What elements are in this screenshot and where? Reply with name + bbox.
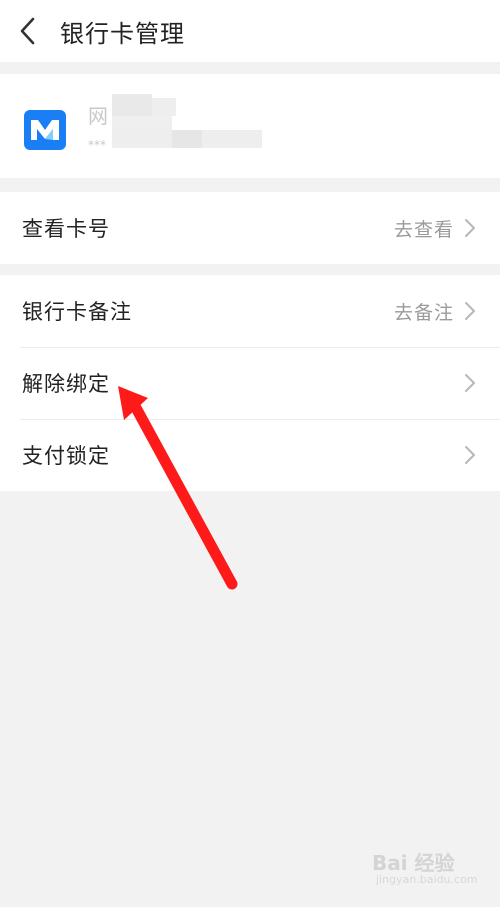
section-view-card: 查看卡号 去查看 [0,192,500,264]
chevron-right-icon [465,446,475,464]
watermark: Bai 经验 jingyan.baidu.com [362,845,482,893]
row-label: 支付锁定 [22,444,110,468]
header-bar: 银行卡管理 [0,0,500,62]
watermark-sub: jingyan.baidu.com [376,873,478,886]
bank-card-management-page: 银行卡管理 网 *** 查看卡号 去查看 银行卡备注 去备注 解除绑定 支付锁定… [0,0,500,907]
mosaic-mask [112,94,272,154]
bank-name: 网 [88,104,108,128]
row-action: 去备注 [393,301,454,324]
row-label: 银行卡备注 [22,300,132,324]
bank-card-summary: 网 *** [0,74,500,178]
section-card-settings: 银行卡备注 去备注 解除绑定 支付锁定 [0,275,500,491]
row-unbind-card[interactable]: 解除绑定 [0,347,500,419]
row-view-card-number[interactable]: 查看卡号 去查看 [0,192,500,264]
page-title: 银行卡管理 [60,19,185,48]
row-action: 去查看 [393,218,454,241]
chevron-right-icon [465,219,475,237]
row-label: 查看卡号 [22,217,110,241]
watermark-text: Bai 经验 [372,851,455,875]
card-number: *** [88,138,106,152]
chevron-right-icon [465,374,475,392]
chevron-left-icon [20,17,35,45]
back-button[interactable] [0,0,56,62]
row-card-remark[interactable]: 银行卡备注 去备注 [0,275,500,347]
row-label: 解除绑定 [22,372,110,396]
chevron-right-icon [465,302,475,320]
bank-logo-icon [24,110,66,150]
row-payment-lock[interactable]: 支付锁定 [0,419,500,491]
